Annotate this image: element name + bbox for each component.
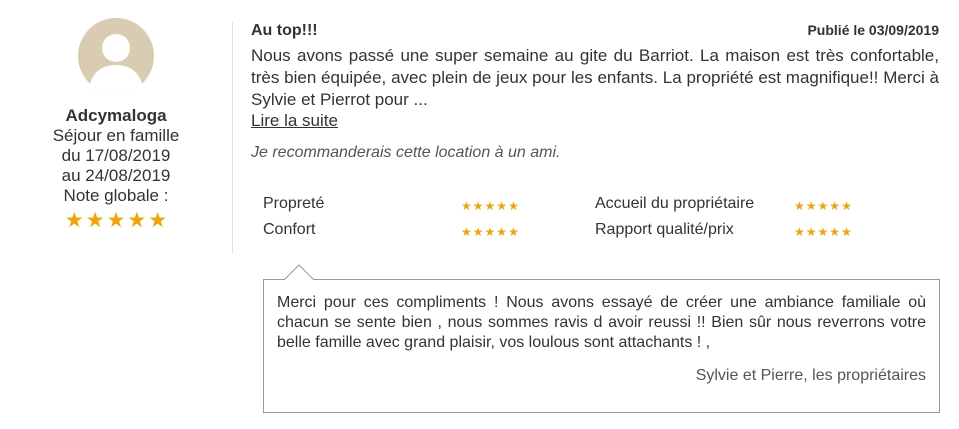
review-title: Au top!!! bbox=[251, 22, 318, 39]
star-icon: ★ bbox=[472, 225, 484, 239]
rating-confort: Confort bbox=[263, 221, 315, 239]
star-icon: ★ bbox=[148, 209, 168, 232]
rating-label: Propreté bbox=[263, 195, 325, 212]
star-icon: ★ bbox=[829, 199, 841, 213]
star-icon: ★ bbox=[461, 199, 472, 213]
star-icon: ★ bbox=[85, 209, 105, 232]
star-icon: ★ bbox=[817, 199, 829, 213]
star-icon: ★ bbox=[127, 209, 147, 232]
reply-pointer-icon bbox=[284, 264, 314, 280]
star-icon: ★ bbox=[484, 199, 496, 213]
user-silhouette-icon bbox=[88, 34, 144, 94]
star-icon: ★ bbox=[496, 199, 508, 213]
published-date: Publié le 03/09/2019 bbox=[807, 22, 939, 38]
rating-stars-accueil: ★ ★ ★ ★ ★ bbox=[794, 200, 852, 212]
read-more-link[interactable]: Lire la suite bbox=[251, 111, 338, 131]
overall-rating-stars: ★ ★ ★ ★ ★ bbox=[0, 209, 232, 232]
star-icon: ★ bbox=[106, 209, 126, 232]
star-icon: ★ bbox=[484, 225, 496, 239]
star-icon: ★ bbox=[508, 199, 519, 213]
rating-qualite-prix: Rapport qualité/prix bbox=[595, 221, 734, 239]
rating-stars-proprete: ★ ★ ★ ★ ★ bbox=[461, 200, 519, 212]
owner-reply-signature: Sylvie et Pierre, les propriétaires bbox=[695, 367, 926, 384]
overall-rating-label: Note globale : bbox=[63, 186, 169, 205]
star-icon: ★ bbox=[461, 225, 472, 239]
star-icon: ★ bbox=[794, 225, 805, 239]
star-icon: ★ bbox=[496, 225, 508, 239]
star-icon: ★ bbox=[841, 199, 852, 213]
reviewer-name: Adcymaloga bbox=[65, 106, 167, 125]
star-icon: ★ bbox=[64, 209, 84, 232]
rating-accueil: Accueil du propriétaire bbox=[595, 195, 754, 213]
star-icon: ★ bbox=[829, 225, 841, 239]
column-divider bbox=[232, 22, 233, 254]
stay-type: Séjour en famille bbox=[52, 126, 180, 145]
review-body: Au top!!! Publié le 03/09/2019 Nous avon… bbox=[251, 22, 939, 162]
stay-date-from: du 17/08/2019 bbox=[61, 146, 171, 165]
rating-label: Confort bbox=[263, 221, 316, 238]
rating-stars-confort: ★ ★ ★ ★ ★ bbox=[461, 226, 519, 238]
stay-date-to: au 24/08/2019 bbox=[61, 166, 171, 185]
star-icon: ★ bbox=[794, 199, 805, 213]
rating-label: Rapport qualité/prix bbox=[595, 221, 734, 238]
recommendation-note: Je recommanderais cette location à un am… bbox=[251, 144, 561, 161]
rating-stars-qualite-prix: ★ ★ ★ ★ ★ bbox=[794, 226, 852, 238]
star-icon: ★ bbox=[841, 225, 852, 239]
star-icon: ★ bbox=[805, 199, 817, 213]
avatar bbox=[78, 18, 154, 94]
owner-reply-text: Merci pour ces compliments ! Nous avons … bbox=[277, 294, 926, 351]
review-text: Nous avons passé une super semaine au gi… bbox=[251, 46, 939, 109]
reviewer-panel: Adcymaloga Séjour en famille du 17/08/20… bbox=[0, 18, 232, 231]
star-icon: ★ bbox=[805, 225, 817, 239]
star-icon: ★ bbox=[472, 199, 484, 213]
rating-label: Accueil du propriétaire bbox=[595, 195, 755, 212]
star-icon: ★ bbox=[508, 225, 519, 239]
rating-proprete: Propreté bbox=[263, 195, 324, 213]
owner-reply: Merci pour ces compliments ! Nous avons … bbox=[263, 279, 940, 413]
star-icon: ★ bbox=[817, 225, 829, 239]
